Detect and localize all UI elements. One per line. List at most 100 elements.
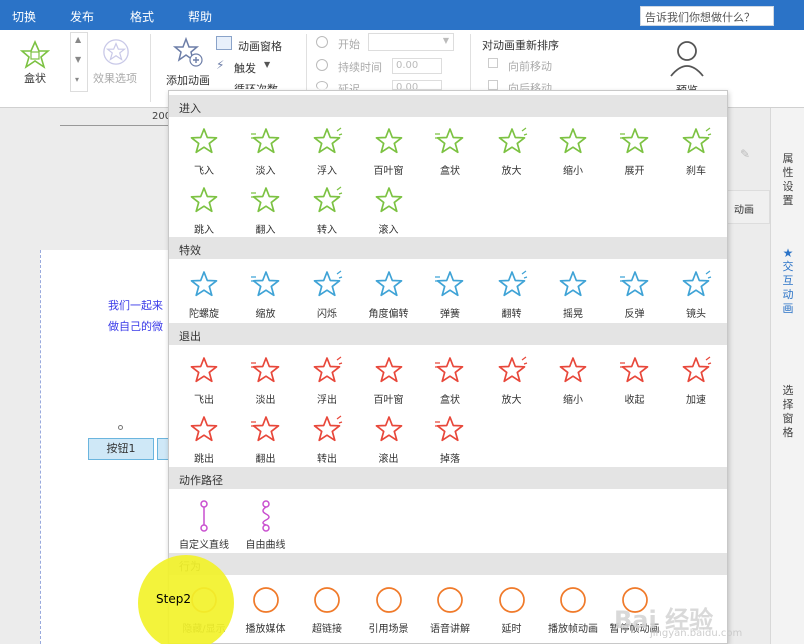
action-behavior-action-icon [314, 587, 340, 613]
tab-selection-pane[interactable]: 选择窗格 [771, 384, 804, 440]
enter-effect-item[interactable]: 盒状 [419, 121, 481, 179]
trigger-chevron-icon[interactable]: ▼ [264, 60, 270, 69]
motion-path-item[interactable]: 自由曲线 [235, 495, 297, 553]
menu-format[interactable]: 格式 [130, 8, 154, 25]
action-behavior-item[interactable]: 播放帧动画 [542, 579, 604, 637]
enter-effect-label: 飞入 [194, 166, 214, 177]
exit-effect-star-icon [313, 415, 343, 442]
action-behavior-label: 播放帧动画 [548, 624, 598, 635]
preview-label[interactable]: 预览 [676, 82, 698, 90]
rotate-handle[interactable] [118, 425, 123, 430]
section-emphasis: 特效 [169, 237, 727, 259]
emphasis-effect-item[interactable]: 镜头 [665, 264, 727, 322]
menu-help[interactable]: 帮助 [188, 8, 212, 25]
tell-me-search[interactable]: 告诉我们你想做什么？ [640, 6, 774, 26]
enter-effect-item[interactable]: 淡入 [235, 121, 297, 179]
menu-publish[interactable]: 发布 [70, 8, 94, 25]
emphasis-effect-item[interactable]: 闪烁 [296, 264, 358, 322]
emphasis-effect-item[interactable]: 弹簧 [419, 264, 481, 322]
enter-effect-item[interactable]: 展开 [604, 121, 666, 179]
add-animation-label[interactable]: 添加动画 [166, 72, 210, 88]
exit-effect-item[interactable]: 缩小 [542, 350, 604, 408]
exit-effect-item[interactable]: 放大 [481, 350, 543, 408]
emphasis-effect-item[interactable]: 反弹 [604, 264, 666, 322]
move-earlier-button[interactable]: 向前移动 [508, 58, 552, 74]
exit-effect-item[interactable]: 浮出 [296, 350, 358, 408]
menu-switch[interactable]: 切换 [12, 8, 36, 25]
slide-text-line2[interactable]: 做自己的微 [108, 318, 163, 334]
exit-effect-item[interactable]: 加速 [665, 350, 727, 408]
enter-effect-item[interactable]: 刹车 [665, 121, 727, 179]
exit-effect-item[interactable]: 转出 [296, 409, 358, 467]
emphasis-effect-item[interactable]: 角度偏转 [358, 264, 420, 322]
add-animation-icon[interactable] [172, 36, 204, 68]
gallery-more-icon[interactable]: ▾ [75, 75, 79, 84]
effect-options-icon[interactable] [102, 38, 130, 66]
exit-effect-item[interactable]: 掉落 [419, 409, 481, 467]
loop-count-button[interactable]: 循环次数 [234, 81, 278, 89]
action-behavior-item[interactable]: 播放媒体 [235, 579, 297, 637]
scroll-down-icon[interactable]: ▼ [75, 55, 81, 64]
animation-pane-button[interactable]: 动画窗格 [238, 38, 282, 54]
enter-effect-item[interactable]: 缩小 [542, 121, 604, 179]
emphasis-effect-star-icon [250, 271, 279, 297]
emphasis-effect-label: 陀螺旋 [189, 309, 219, 320]
enter-effect-item[interactable]: 转入 [296, 180, 358, 238]
exit-effect-item[interactable]: 滚出 [358, 409, 420, 467]
action-behavior-item[interactable]: 超链接 [296, 579, 358, 637]
duration-input[interactable]: 0.00 [392, 58, 442, 74]
enter-effect-item[interactable]: 飞入 [173, 121, 235, 179]
emphasis-effect-item[interactable]: 缩放 [235, 264, 297, 322]
box-anim-label: 盒状 [24, 72, 46, 85]
star-icon: ★ [782, 246, 794, 260]
action-behavior-label: 延时 [501, 624, 522, 635]
gallery-scroller[interactable]: ▲ ▼ ▾ [70, 32, 88, 92]
action-behavior-item[interactable]: 延时 [481, 579, 543, 637]
move-later-button[interactable]: 向后移动 [508, 80, 552, 90]
duration-label: 持续时间 [338, 61, 382, 74]
enter-effect-label: 转入 [317, 225, 337, 236]
enter-effect-item[interactable]: 翻入 [235, 180, 297, 238]
exit-effect-label: 滚出 [378, 454, 399, 465]
scroll-up-icon[interactable]: ▲ [75, 35, 81, 44]
ruler: 200 [60, 111, 171, 126]
enter-effect-item[interactable]: 浮入 [296, 121, 358, 179]
emphasis-effect-item[interactable]: 摇晃 [542, 264, 604, 322]
exit-effect-star-icon [190, 357, 218, 383]
tab-properties[interactable]: 属性设置 [771, 152, 804, 208]
edit-pen-icon[interactable]: ✎ [740, 147, 750, 161]
motion-path-item[interactable]: 自定义直线 [173, 495, 235, 553]
exit-effect-item[interactable]: 飞出 [173, 350, 235, 408]
enter-effect-label: 跳入 [194, 225, 214, 236]
exit-effect-item[interactable]: 收起 [604, 350, 666, 408]
emphasis-effect-item[interactable]: 陀螺旋 [173, 264, 235, 322]
box-anim-icon[interactable] [20, 40, 50, 70]
exit-effect-item[interactable]: 百叶窗 [358, 350, 420, 408]
exit-effect-item[interactable]: 盒状 [419, 350, 481, 408]
exit-effect-item[interactable]: 跳出 [173, 409, 235, 467]
start-dropdown[interactable]: ▼ [368, 33, 454, 51]
preview-person-icon[interactable] [668, 38, 706, 78]
emphasis-effect-item[interactable]: 翻转 [481, 264, 543, 322]
move-later-icon [488, 80, 498, 90]
exit-effect-item[interactable]: 淡出 [235, 350, 297, 408]
enter-effect-item[interactable]: 滚入 [358, 180, 420, 238]
delay-input[interactable]: 0.00 [392, 80, 442, 90]
trigger-button[interactable]: 触发 [234, 60, 256, 76]
emphasis-effect-label: 弹簧 [440, 309, 460, 320]
enter-effect-star-icon [250, 128, 279, 154]
effect-options-label[interactable]: 效果选项 [93, 70, 137, 86]
action-behavior-item[interactable]: 语音讲解 [419, 579, 481, 637]
start-label: 开始 [338, 38, 360, 51]
tab-interactive-animation[interactable]: ★ 交互动画 [771, 246, 804, 316]
enter-effect-star-icon [682, 127, 712, 154]
enter-effect-item[interactable]: 跳入 [173, 180, 235, 238]
action-behavior-label: 超链接 [312, 624, 342, 635]
step-label: Step2 [156, 592, 191, 606]
slide-button-1[interactable]: 按钮1 [88, 438, 154, 460]
slide-text-line1[interactable]: 我们一起来 [108, 297, 163, 313]
enter-effect-item[interactable]: 放大 [481, 121, 543, 179]
exit-effect-item[interactable]: 翻出 [235, 409, 297, 467]
enter-effect-item[interactable]: 百叶窗 [358, 121, 420, 179]
action-behavior-item[interactable]: 引用场景 [358, 579, 420, 637]
